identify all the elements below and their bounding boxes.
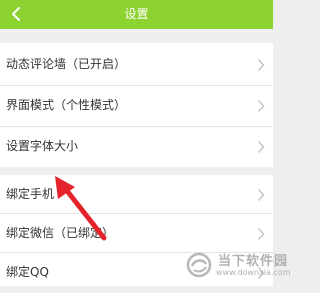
setting-label: 绑定QQ (6, 265, 49, 279)
chevron-right-icon (258, 141, 265, 153)
title-bar: 设置 (0, 0, 273, 29)
settings-group-binding: 绑定手机 绑定微信（已绑定） 绑定QQ (0, 175, 273, 286)
chevron-right-icon (258, 100, 265, 112)
section-spacer (0, 29, 273, 43)
setting-row-font-size[interactable]: 设置字体大小 (0, 127, 273, 167)
setting-label: 绑定手机 (6, 187, 55, 201)
chevron-right-icon (258, 228, 265, 240)
setting-label: 界面模式（个性模式） (6, 98, 127, 112)
chevron-right-icon (258, 267, 265, 279)
chevron-right-icon (258, 59, 265, 71)
setting-label: 动态评论墙（已开启） (6, 57, 127, 71)
page-title: 设置 (124, 7, 149, 21)
chevron-right-icon (258, 189, 265, 201)
setting-row-bind-phone[interactable]: 绑定手机 (0, 175, 273, 215)
section-spacer (0, 167, 273, 175)
setting-label: 绑定微信（已绑定） (6, 226, 115, 240)
setting-row-comment-wall[interactable]: 动态评论墙（已开启） (0, 45, 273, 85)
settings-group-display: 动态评论墙（已开启） 界面模式（个性模式） 设置字体大小 (0, 43, 273, 167)
setting-label: 设置字体大小 (6, 139, 79, 153)
setting-row-bind-wechat[interactable]: 绑定微信（已绑定） (0, 214, 273, 254)
setting-row-ui-mode[interactable]: 界面模式（个性模式） (0, 86, 273, 126)
setting-row-bind-qq[interactable]: 绑定QQ (0, 253, 273, 293)
